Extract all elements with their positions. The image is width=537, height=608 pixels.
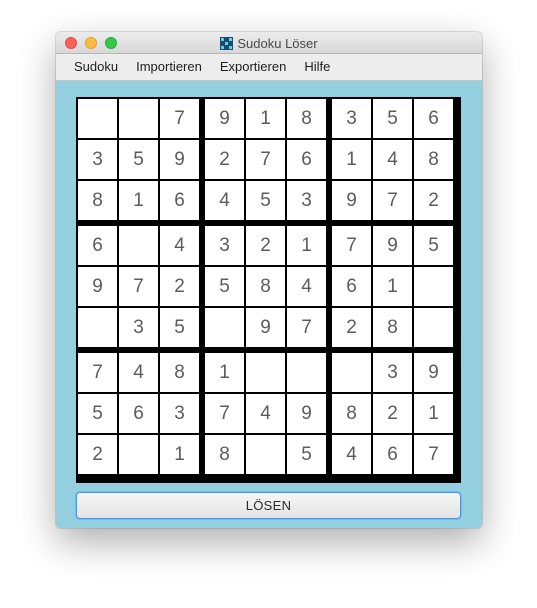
sudoku-cell[interactable] xyxy=(205,308,244,347)
sudoku-cell[interactable] xyxy=(78,308,117,347)
sudoku-cell[interactable]: 8 xyxy=(287,99,326,138)
sudoku-cell[interactable]: 9 xyxy=(287,394,326,433)
sudoku-cell[interactable]: 4 xyxy=(119,353,158,392)
sudoku-cell[interactable]: 2 xyxy=(160,267,199,306)
sudoku-cell[interactable]: 2 xyxy=(246,226,285,265)
sudoku-cell[interactable]: 4 xyxy=(160,226,199,265)
sudoku-cell[interactable] xyxy=(119,226,158,265)
sudoku-cell[interactable]: 6 xyxy=(78,226,117,265)
sudoku-cell[interactable] xyxy=(287,353,326,392)
sudoku-cell[interactable]: 9 xyxy=(414,353,453,392)
sudoku-cell[interactable]: 6 xyxy=(119,394,158,433)
sudoku-cell[interactable]: 5 xyxy=(414,226,453,265)
sudoku-cell[interactable]: 3 xyxy=(205,226,244,265)
sudoku-cell[interactable]: 6 xyxy=(287,140,326,179)
sudoku-cell[interactable]: 4 xyxy=(205,181,244,220)
sudoku-cell[interactable]: 3 xyxy=(160,394,199,433)
sudoku-app-icon xyxy=(220,36,234,50)
sudoku-cell[interactable]: 8 xyxy=(78,181,117,220)
sudoku-cell[interactable] xyxy=(414,267,453,306)
sudoku-cell[interactable] xyxy=(78,99,117,138)
sudoku-cell[interactable]: 3 xyxy=(287,181,326,220)
sudoku-cell[interactable]: 1 xyxy=(119,181,158,220)
sudoku-cell[interactable]: 7 xyxy=(332,226,371,265)
sudoku-cell[interactable]: 2 xyxy=(373,394,412,433)
sudoku-cell[interactable]: 7 xyxy=(160,99,199,138)
sudoku-cell[interactable] xyxy=(119,99,158,138)
sudoku-cell[interactable]: 4 xyxy=(332,435,371,474)
sudoku-cell[interactable]: 4 xyxy=(373,140,412,179)
title-bar[interactable]: Sudoku Löser xyxy=(56,32,482,54)
sudoku-cell[interactable]: 3 xyxy=(78,140,117,179)
sudoku-cell[interactable]: 6 xyxy=(160,181,199,220)
sudoku-cell[interactable]: 8 xyxy=(332,394,371,433)
app-window: Sudoku Löser Sudoku Importieren Exportie… xyxy=(56,32,482,528)
menu-importieren[interactable]: Importieren xyxy=(127,54,211,80)
sudoku-cell[interactable] xyxy=(119,435,158,474)
sudoku-cell[interactable]: 5 xyxy=(160,308,199,347)
sudoku-cell[interactable]: 2 xyxy=(332,308,371,347)
sudoku-cell[interactable]: 7 xyxy=(414,435,453,474)
sudoku-cell[interactable]: 5 xyxy=(205,267,244,306)
sudoku-cell[interactable]: 2 xyxy=(414,181,453,220)
sudoku-cell[interactable]: 5 xyxy=(246,181,285,220)
sudoku-board: 7918356359276148816453972643217959725846… xyxy=(76,97,461,483)
sudoku-cell[interactable]: 6 xyxy=(332,267,371,306)
sudoku-cell[interactable]: 9 xyxy=(78,267,117,306)
menu-exportieren[interactable]: Exportieren xyxy=(211,54,295,80)
solve-button[interactable]: LÖSEN xyxy=(76,492,461,519)
sudoku-cell[interactable]: 6 xyxy=(414,99,453,138)
sudoku-cell[interactable]: 1 xyxy=(205,353,244,392)
sudoku-cell[interactable] xyxy=(332,353,371,392)
sudoku-cell[interactable]: 8 xyxy=(205,435,244,474)
sudoku-cell[interactable]: 7 xyxy=(373,181,412,220)
sudoku-cell[interactable] xyxy=(246,435,285,474)
sudoku-cell[interactable] xyxy=(414,308,453,347)
sudoku-cell[interactable]: 8 xyxy=(414,140,453,179)
sudoku-cell[interactable]: 1 xyxy=(246,99,285,138)
sudoku-cell[interactable]: 4 xyxy=(246,394,285,433)
sudoku-cell[interactable]: 6 xyxy=(373,435,412,474)
window-title-group: Sudoku Löser xyxy=(56,32,482,54)
sudoku-cell[interactable]: 3 xyxy=(373,353,412,392)
sudoku-cell[interactable]: 3 xyxy=(119,308,158,347)
sudoku-cell[interactable]: 9 xyxy=(205,99,244,138)
sudoku-cell[interactable]: 8 xyxy=(373,308,412,347)
sudoku-cell[interactable]: 2 xyxy=(78,435,117,474)
sudoku-cell[interactable]: 1 xyxy=(414,394,453,433)
menu-hilfe[interactable]: Hilfe xyxy=(295,54,339,80)
sudoku-cell[interactable]: 5 xyxy=(373,99,412,138)
sudoku-cell[interactable]: 7 xyxy=(78,353,117,392)
sudoku-cell[interactable]: 1 xyxy=(373,267,412,306)
sudoku-cell[interactable]: 5 xyxy=(119,140,158,179)
sudoku-cell[interactable]: 9 xyxy=(332,181,371,220)
sudoku-cell[interactable]: 7 xyxy=(119,267,158,306)
sudoku-cell[interactable]: 3 xyxy=(332,99,371,138)
sudoku-cell[interactable]: 5 xyxy=(78,394,117,433)
sudoku-cell[interactable]: 4 xyxy=(287,267,326,306)
window-title: Sudoku Löser xyxy=(237,35,318,51)
sudoku-cell[interactable]: 1 xyxy=(160,435,199,474)
menu-sudoku[interactable]: Sudoku xyxy=(65,54,127,80)
sudoku-cell[interactable]: 8 xyxy=(160,353,199,392)
sudoku-cell[interactable]: 9 xyxy=(246,308,285,347)
sudoku-cell[interactable]: 1 xyxy=(332,140,371,179)
sudoku-cell[interactable] xyxy=(246,353,285,392)
sudoku-cell[interactable]: 2 xyxy=(205,140,244,179)
menu-bar: Sudoku Importieren Exportieren Hilfe xyxy=(56,54,482,81)
sudoku-cell[interactable]: 9 xyxy=(373,226,412,265)
sudoku-cell[interactable]: 9 xyxy=(160,140,199,179)
sudoku-cell[interactable]: 8 xyxy=(246,267,285,306)
sudoku-cell[interactable]: 7 xyxy=(246,140,285,179)
sudoku-cell[interactable]: 1 xyxy=(287,226,326,265)
sudoku-cell[interactable]: 7 xyxy=(205,394,244,433)
sudoku-cell[interactable]: 5 xyxy=(287,435,326,474)
sudoku-cell[interactable]: 7 xyxy=(287,308,326,347)
